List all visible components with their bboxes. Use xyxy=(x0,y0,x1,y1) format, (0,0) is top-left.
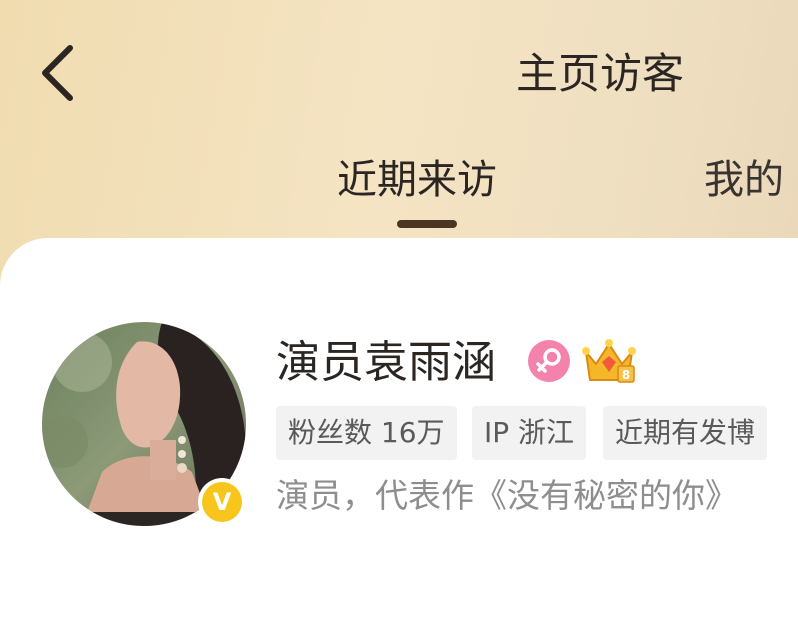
tab-recent-visits[interactable]: 近期来访 xyxy=(337,153,497,207)
verified-badge: V xyxy=(198,478,246,526)
visitor-card[interactable]: V 演员袁雨涵 8 粉丝数 16万 IP 浙江 近期有发博 演员，代表作《没有秘… xyxy=(0,238,798,566)
tag-fans-count: 粉丝数 16万 xyxy=(276,406,457,460)
svg-text:8: 8 xyxy=(622,368,630,382)
visitor-bio: 演员，代表作《没有秘密的你》 xyxy=(276,476,738,515)
vip-crown-icon: 8 xyxy=(580,338,638,386)
tab-bar: 近期来访 我的 xyxy=(0,145,798,240)
header-bar: 主页访客 xyxy=(0,0,798,150)
tag-ip-location: IP 浙江 xyxy=(472,406,587,460)
visitor-list: V 演员袁雨涵 8 粉丝数 16万 IP 浙江 近期有发博 演员，代表作《没有秘… xyxy=(0,238,798,638)
page-title: 主页访客 xyxy=(516,49,685,98)
female-icon xyxy=(528,340,570,382)
visitor-name[interactable]: 演员袁雨涵 xyxy=(276,334,496,392)
chevron-left-icon xyxy=(42,45,73,101)
tab-my-visitors[interactable]: 我的 xyxy=(704,153,784,207)
back-button[interactable] xyxy=(30,40,90,104)
tab-active-indicator xyxy=(397,220,457,228)
tag-recent-post: 近期有发博 xyxy=(603,406,768,460)
verified-badge-label: V xyxy=(202,482,242,522)
